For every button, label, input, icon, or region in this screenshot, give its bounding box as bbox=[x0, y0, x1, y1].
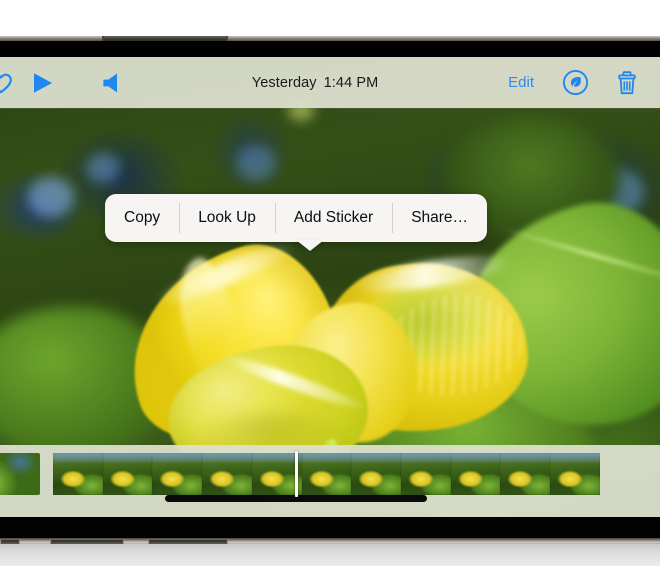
filmstrip-frame[interactable] bbox=[500, 453, 551, 495]
heart-icon bbox=[0, 73, 12, 93]
leaf-in-circle-icon bbox=[562, 69, 588, 96]
context-menu-item-share[interactable]: Share… bbox=[392, 194, 487, 242]
edit-button[interactable]: Edit bbox=[492, 74, 550, 91]
photo-scrubber-bar bbox=[0, 445, 660, 517]
filmstrip-playhead[interactable] bbox=[295, 451, 298, 497]
photo-toolbar: Yesterday 1:44 PM Edit bbox=[0, 57, 660, 108]
filmstrip-frame[interactable] bbox=[53, 453, 103, 495]
filmstrip-frame[interactable] bbox=[152, 453, 203, 495]
filmstrip-frame[interactable] bbox=[351, 453, 402, 495]
device-bezel-top bbox=[0, 41, 660, 57]
filmstrip-frame[interactable] bbox=[202, 453, 252, 495]
filmstrip-frame[interactable] bbox=[401, 453, 451, 495]
device-bezel-bottom bbox=[0, 517, 660, 538]
mute-button[interactable] bbox=[84, 57, 138, 108]
live-photo-button[interactable] bbox=[550, 57, 600, 108]
speaker-mute-icon bbox=[103, 73, 117, 92]
delete-button[interactable] bbox=[600, 57, 654, 108]
filmstrip-scrubber[interactable] bbox=[53, 453, 600, 495]
previous-photo-thumbnail[interactable] bbox=[0, 453, 40, 495]
context-menu-item-copy[interactable]: Copy bbox=[105, 194, 179, 242]
photo-time-label: 1:44 PM bbox=[323, 74, 379, 91]
play-icon bbox=[34, 72, 52, 93]
filmstrip-frame[interactable] bbox=[550, 453, 600, 495]
photo-date-label: Yesterday bbox=[251, 74, 317, 91]
context-menu-caret bbox=[296, 240, 324, 251]
filmstrip-frame[interactable] bbox=[102, 453, 153, 495]
desk-surface bbox=[0, 544, 660, 566]
filmstrip-frame[interactable] bbox=[450, 453, 501, 495]
context-menu-item-add-sticker[interactable]: Add Sticker bbox=[274, 194, 392, 242]
phone-screen: Yesterday 1:44 PM Edit Copy Look Up Add S… bbox=[0, 57, 660, 517]
trash-icon bbox=[618, 70, 636, 94]
context-menu-item-look-up[interactable]: Look Up bbox=[179, 194, 275, 242]
favorite-button[interactable] bbox=[0, 57, 16, 108]
photo-timestamp: Yesterday 1:44 PM bbox=[138, 75, 492, 91]
context-menu: Copy Look Up Add Sticker Share… bbox=[105, 194, 488, 242]
play-button[interactable] bbox=[16, 57, 70, 108]
filmstrip-frame[interactable] bbox=[301, 453, 352, 495]
